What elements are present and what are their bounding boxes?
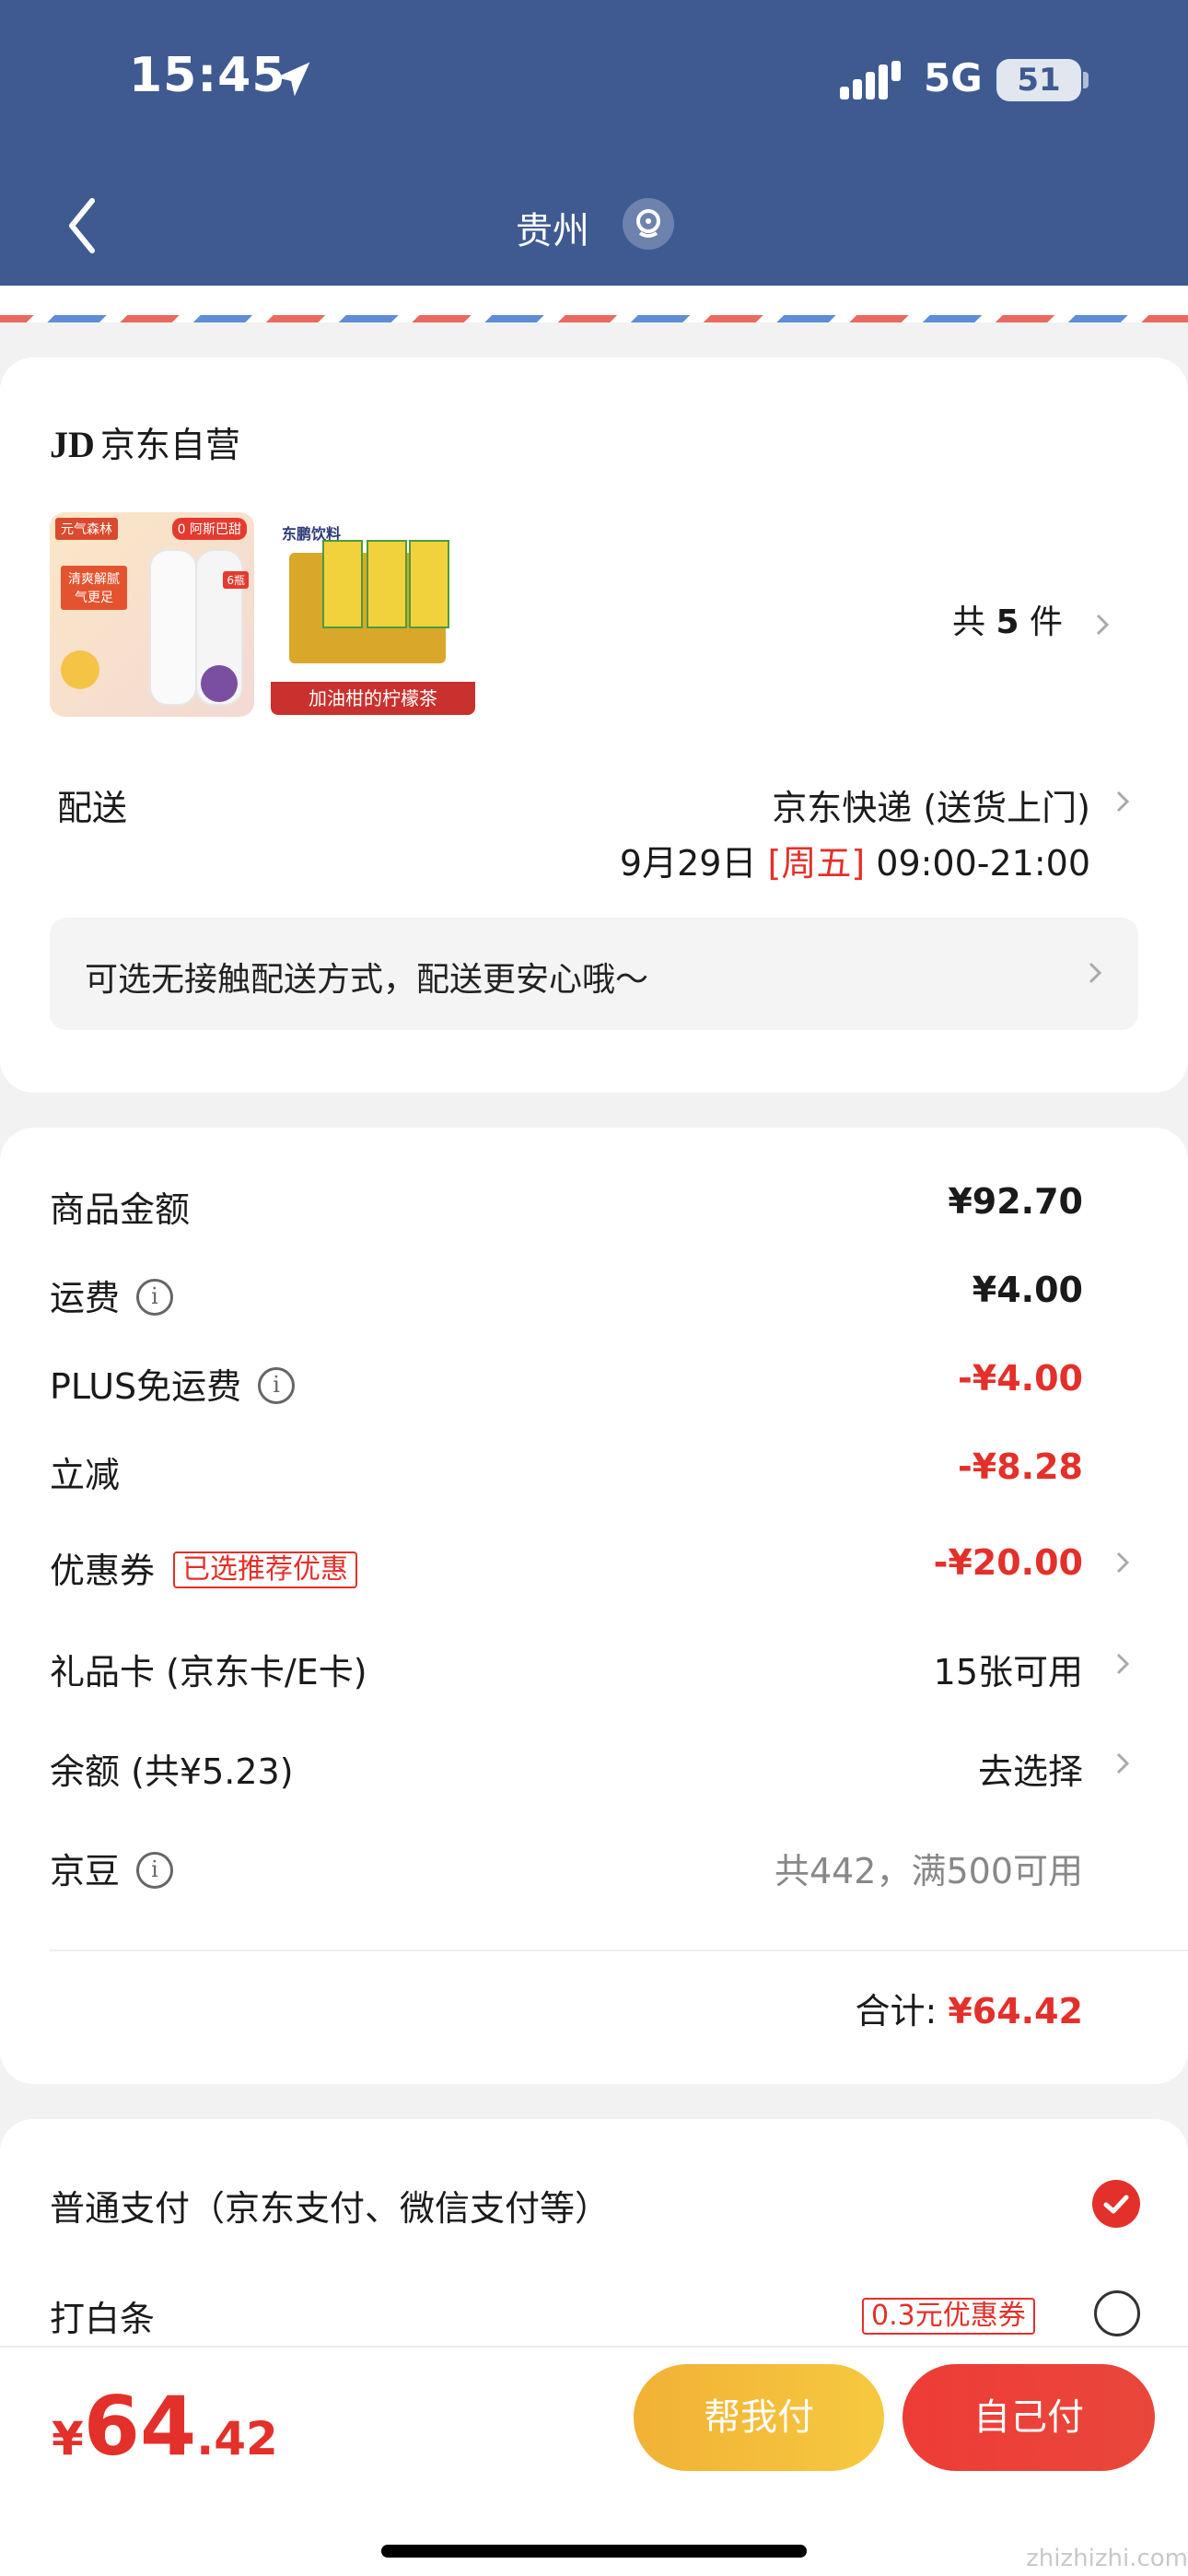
contactless-delivery-hint[interactable]: 可选无接触配送方式，配送更安心哦～ <box>50 918 1138 1030</box>
product2-carton-3 <box>409 540 449 628</box>
battery-nub <box>1083 72 1089 88</box>
lemon-image <box>61 650 99 689</box>
hint-text: 可选无接触配送方式，配送更安心哦～ <box>85 961 649 999</box>
delivery-schedule: 9月29日 [周五] 09:00-21:00 <box>620 835 1090 885</box>
self-pay-button[interactable]: 自己付 <box>903 2364 1155 2471</box>
delivery-method[interactable]: 京东快递 (送货上门) <box>772 779 1090 830</box>
product-thumbnail-1[interactable]: 元气森林 0 阿斯巴甜 清爽解腻 气更足 6瓶 <box>50 512 254 717</box>
goods-amount-label: 商品金额 <box>50 1189 191 1230</box>
chevron-right-icon[interactable] <box>1092 608 1112 641</box>
delivery-weekday: [周五] <box>767 843 866 884</box>
chevron-right-icon[interactable] <box>1112 1546 1133 1579</box>
shipping-fee-label: 运费 <box>50 1278 121 1318</box>
baitiao-option[interactable]: 打白条 <box>50 2290 155 2341</box>
product2-carton-1 <box>322 540 363 628</box>
shop-name-text: 京东自营 <box>99 425 240 465</box>
location-arrow-icon <box>275 62 310 97</box>
total-label: 合计: <box>855 1991 938 2032</box>
bottom-total-price: ¥64.42 <box>52 2379 278 2474</box>
product2-carton-2 <box>367 540 407 628</box>
order-card: JD 京东自营 元气森林 0 阿斯巴甜 清爽解腻 气更足 6瓶 东鹏饮料 加油柑的… <box>0 357 1188 1093</box>
product1-pack: 6瓶 <box>223 571 249 589</box>
delivery-date: 9月29日 <box>619 843 757 884</box>
jd-beans-label: 京豆 <box>50 1851 121 1891</box>
chevron-right-icon <box>1089 962 1102 984</box>
count-number: 5 <box>996 603 1019 641</box>
baitiao-coupon-tag: 0.3元优惠券 <box>862 2298 1035 2335</box>
shipping-fee-row: 运费 <box>50 1270 174 1320</box>
battery-icon: 51 <box>996 59 1081 101</box>
price-card: 商品金额 ¥92.70 运费 ¥4.00 PLUS免运费 -¥4.00 立减 -… <box>0 1128 1188 2084</box>
total-value: ¥64.42 <box>948 1991 1083 2032</box>
product1-brand: 元气森林 <box>55 518 118 540</box>
network-type: 5G <box>924 55 983 100</box>
product-thumbnail-2[interactable]: 东鹏饮料 加油柑的柠檬茶 <box>271 512 475 717</box>
total-row: 合计: ¥64.42 <box>855 1983 1083 2033</box>
chevron-right-icon[interactable] <box>1112 785 1133 818</box>
info-icon[interactable] <box>136 1851 174 1889</box>
delivery-time: 09:00-21:00 <box>876 843 1090 884</box>
normal-pay-option[interactable]: 普通支付（京东支付、微信支付等） <box>50 2180 610 2231</box>
shipping-fee-value: ¥4.00 <box>972 1270 1083 1310</box>
coupon-value[interactable]: -¥20.00 <box>934 1542 1083 1583</box>
coupon-row[interactable]: 优惠券 已选推荐优惠 <box>50 1542 358 1593</box>
status-time: 15:45 <box>129 48 286 103</box>
plus-free-shipping-label: PLUS免运费 <box>50 1366 242 1407</box>
grape-image <box>201 665 238 702</box>
plus-free-shipping-value: -¥4.00 <box>958 1358 1083 1399</box>
gift-card-value[interactable]: 15张可用 <box>934 1644 1083 1694</box>
product1-bottle-1 <box>149 549 197 706</box>
jd-logo: JD <box>50 424 95 465</box>
gift-card-label[interactable]: 礼品卡 (京东卡/E卡) <box>50 1644 367 1694</box>
product2-caption: 加油柑的柠檬茶 <box>271 682 475 715</box>
count-suffix: 件 <box>1029 603 1063 641</box>
shop-name[interactable]: JD 京东自营 <box>50 416 240 467</box>
divider <box>50 1950 1188 1951</box>
plus-free-shipping-row: PLUS免运费 <box>50 1358 296 1409</box>
item-count[interactable]: 共 5 件 <box>952 595 1063 643</box>
instant-discount-label: 立减 <box>50 1455 121 1495</box>
airmail-border <box>0 286 1188 322</box>
watermark: zhizhizhi.com <box>1026 2545 1188 2572</box>
coupon-tag: 已选推荐优惠 <box>173 1551 358 1588</box>
price-decimal: .42 <box>196 2412 278 2465</box>
bottom-bar: ¥64.42 帮我付 自己付 zhizhizhi.com <box>0 2346 1188 2576</box>
airmail-stripes <box>0 315 1188 322</box>
home-indicator[interactable] <box>381 2545 807 2558</box>
goods-amount-value: ¥92.70 <box>948 1181 1083 1222</box>
jd-beans-value: 共442，满500可用 <box>774 1851 1083 1891</box>
header: 15:45 5G 51 贵州 <box>0 0 1188 286</box>
page-title: 贵州 <box>516 210 589 252</box>
radio-unselected-icon[interactable] <box>1094 2290 1140 2336</box>
jd-beans-row: 京豆 <box>50 1843 174 1893</box>
balance-label[interactable]: 余额 (共¥5.23) <box>50 1743 294 1794</box>
coupon-label: 优惠券 <box>50 1551 156 1591</box>
product1-blurb: 清爽解腻 气更足 <box>61 566 127 610</box>
delivery-label: 配送 <box>57 788 128 828</box>
price-integer: 64 <box>83 2379 197 2474</box>
instant-discount-value: -¥8.28 <box>958 1446 1083 1487</box>
balance-value[interactable]: 去选择 <box>978 1743 1083 1794</box>
help-pay-button[interactable]: 帮我付 <box>634 2364 884 2471</box>
chevron-right-icon[interactable] <box>1112 1647 1133 1680</box>
price-currency: ¥ <box>52 2412 84 2465</box>
product1-badge: 0 阿斯巴甜 <box>171 518 247 540</box>
check-selected-icon[interactable] <box>1092 2180 1140 2228</box>
count-prefix: 共 <box>952 603 986 641</box>
back-button[interactable] <box>59 193 111 258</box>
chevron-right-icon[interactable] <box>1112 1747 1133 1780</box>
signal-icon <box>840 61 901 100</box>
location-pin-icon[interactable] <box>623 198 674 250</box>
info-icon[interactable] <box>136 1278 174 1316</box>
info-icon[interactable] <box>258 1366 296 1404</box>
